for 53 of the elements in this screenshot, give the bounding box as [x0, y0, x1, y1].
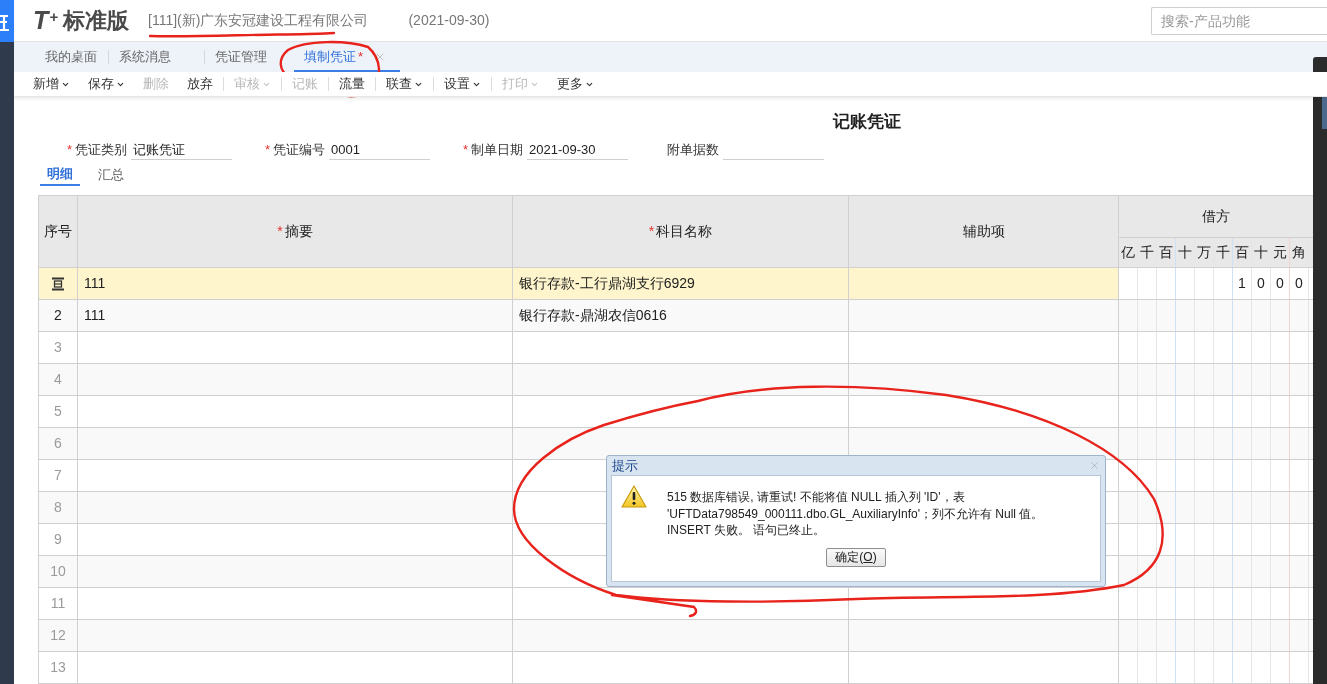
row-marker-icon: [51, 277, 65, 292]
field-label: 附单据数: [666, 141, 719, 160]
table-cell[interactable]: 8: [38, 491, 78, 524]
field-label: * 凭证编号: [265, 141, 326, 160]
table-cell: 111: [77, 299, 513, 332]
voucher-title: 记账凭证: [833, 111, 901, 134]
toolbar-button[interactable]: 设置: [435, 73, 490, 95]
field-label: * 凭证类别: [67, 141, 128, 160]
field-label: * 制单日期: [463, 141, 524, 160]
page-tab[interactable]: 凭证管理: [205, 42, 294, 72]
ok-button[interactable]: 确定(O): [826, 547, 886, 567]
toolbar-button[interactable]: 流量: [330, 73, 374, 95]
toolbar-button[interactable]: 更多: [548, 73, 603, 95]
table-cell[interactable]: 12: [38, 619, 78, 652]
table-cell: 银行存款-工行鼎湖支行6929: [512, 267, 849, 300]
toolbar-button[interactable]: 保存: [79, 73, 134, 95]
table-cell[interactable]: 7: [38, 459, 78, 492]
table-cell[interactable]: 3: [38, 331, 78, 364]
view-tab[interactable]: 汇总: [91, 164, 131, 186]
column-header: *摘要: [77, 195, 513, 268]
input-field[interactable]: 0001: [329, 140, 431, 160]
table-cell: 银行存款-鼎湖农信0616: [512, 299, 849, 332]
table-cell[interactable]: 11: [38, 587, 78, 620]
table-cell[interactable]: 6: [38, 427, 78, 460]
search-field[interactable]: 搜索-产品功能: [1151, 6, 1327, 35]
toolbar-button[interactable]: 放弃: [178, 73, 222, 95]
logo-mark: T$^{+}$: [33, 8, 59, 33]
company-name: [111](新)广东安冠建设工程有限公司: [148, 11, 369, 30]
table-cell[interactable]: 10: [38, 555, 78, 588]
input-field[interactable]: 记账凭证: [131, 140, 233, 160]
account-date: (2021-09-30): [408, 11, 490, 30]
page-tab[interactable]: 系统消息: [109, 42, 204, 72]
table-cell[interactable]: 2: [38, 299, 78, 332]
toolbar-button[interactable]: 联查: [377, 73, 432, 95]
table-cell: 111: [77, 267, 513, 300]
input-field[interactable]: 2021-09-30: [527, 140, 629, 160]
app-tile-icon[interactable]: [0, 0, 14, 42]
dialog-title: 提示: [612, 456, 638, 475]
column-header: *科目名称: [512, 195, 849, 268]
toolbar-button[interactable]: 新增: [24, 73, 79, 95]
error-message: 515 数据库错误, 请重试! 不能将值 NULL 插入列 'ID'，表 'UFTData798549_000111.dbo.GL_AuxiliaryInfo'；列不允许有 Null 值。 INSERT 失败。 语句已终止。: [667, 489, 1044, 539]
warning-icon: [621, 485, 647, 508]
column-header: 辅助项: [848, 195, 1119, 268]
page-tab[interactable]: 我的桌面: [35, 42, 108, 72]
table-cell[interactable]: 4: [38, 363, 78, 396]
table-cell[interactable]: 9: [38, 523, 78, 556]
table-cell[interactable]: 13: [38, 651, 78, 684]
table-cell[interactable]: [38, 267, 78, 300]
column-header: 序号: [38, 195, 78, 268]
product-name: 标准版: [63, 9, 130, 32]
column-header: 借方: [1118, 195, 1314, 238]
view-tab[interactable]: 明细: [40, 164, 80, 186]
table-cell[interactable]: 5: [38, 395, 78, 428]
